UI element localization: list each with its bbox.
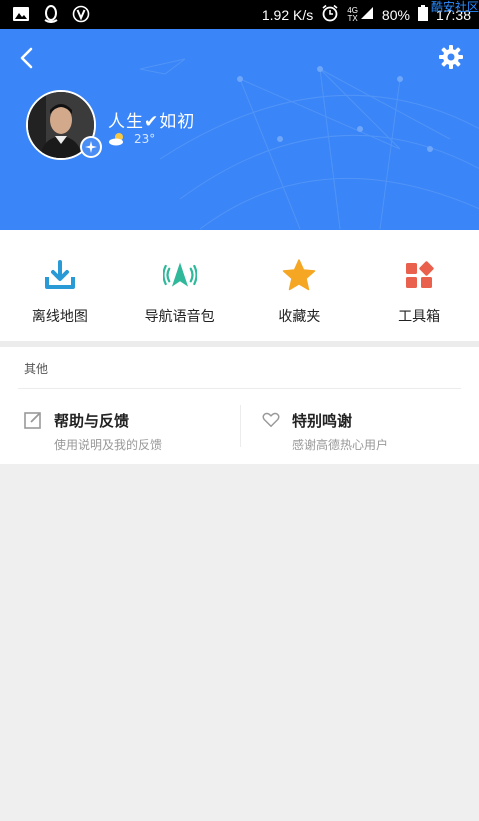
vertical-divider: [240, 405, 241, 447]
tool-label: 离线地图: [31, 309, 88, 325]
heart-icon: [262, 412, 280, 428]
sparkle-icon: [85, 141, 97, 153]
qq-icon: [42, 5, 60, 23]
special-thanks-item[interactable]: 特别鸣谢 感谢高德热心用户: [262, 403, 479, 455]
temperature: 23°: [134, 132, 156, 146]
tool-offline-map[interactable]: 离线地图: [0, 230, 120, 341]
vpn-icon: [72, 5, 90, 23]
gallery-icon: [12, 5, 30, 23]
network-speed: 1.92 K/s: [261, 6, 314, 23]
avatar[interactable]: [26, 90, 102, 160]
battery-level: 80%: [381, 6, 410, 23]
help-subtitle: 使用说明及我的反馈: [54, 438, 163, 452]
tool-label: 收藏夹: [278, 309, 321, 325]
section-title: 其他: [24, 362, 49, 376]
signal-icon: [360, 6, 374, 23]
thanks-title: 特别鸣谢: [292, 412, 353, 430]
alarm-icon: [321, 4, 339, 25]
tool-label: 工具箱: [398, 309, 441, 325]
download-icon: [43, 258, 77, 292]
verified-badge: [80, 136, 102, 158]
network-type: 4G TX: [347, 5, 358, 23]
battery-icon: [417, 5, 428, 24]
divider: [18, 388, 461, 389]
toolbox-icon: [402, 258, 436, 292]
username[interactable]: 人生✔如初: [108, 107, 195, 132]
status-bar: 1.92 K/s 4G TX 80% 17:38 酷安社区: [0, 0, 479, 29]
settings-button[interactable]: [437, 43, 465, 71]
tool-toolbox[interactable]: 工具箱: [359, 230, 479, 341]
help-feedback-item[interactable]: 帮助与反馈 使用说明及我的反馈: [24, 403, 244, 455]
gear-icon: [439, 45, 463, 69]
weather: 23°: [108, 132, 155, 146]
partly-cloudy-icon: [109, 133, 123, 146]
watermark: 酷安社区: [430, 0, 479, 14]
back-button[interactable]: [14, 45, 40, 71]
other-section: 其他 帮助与反馈 使用说明及我的反馈 特别鸣谢 感谢高德热心用户: [0, 347, 479, 464]
profile-header: 人生✔如初 23°: [0, 29, 479, 230]
edit-icon: [24, 412, 41, 429]
help-title: 帮助与反馈: [54, 412, 130, 430]
thanks-subtitle: 感谢高德热心用户: [292, 438, 389, 452]
tool-favorites[interactable]: 收藏夹: [240, 230, 360, 341]
tool-voice-pack[interactable]: 导航语音包: [120, 230, 240, 341]
tool-label: 导航语音包: [144, 309, 215, 325]
star-icon: [282, 258, 316, 292]
voice-nav-icon: [162, 258, 197, 292]
tools-row: 离线地图 导航语音包 收藏夹 工具箱: [0, 230, 479, 341]
